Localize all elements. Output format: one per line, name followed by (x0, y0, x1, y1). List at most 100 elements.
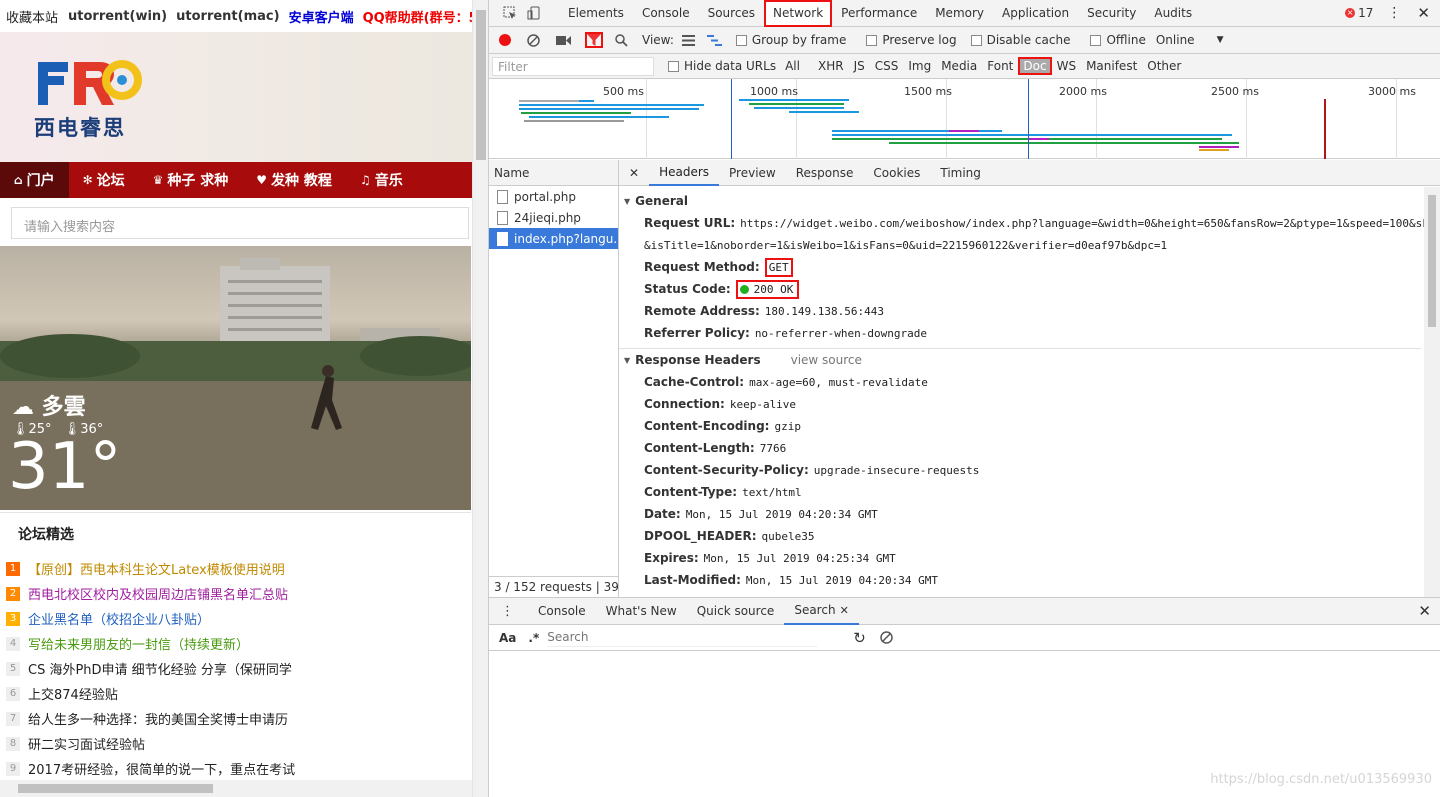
more-menu-icon[interactable]: ⋮ (1387, 5, 1401, 21)
error-count[interactable]: 17 (1358, 6, 1373, 20)
page-vertical-scrollbar[interactable] (472, 0, 488, 797)
forum-item[interactable]: 8 研二实习面试经验帖 (6, 731, 472, 756)
nav-forum[interactable]: ✻ 论坛 (69, 162, 139, 198)
tab-sources[interactable]: Sources (699, 0, 764, 27)
detail-scrollbar[interactable] (1424, 187, 1440, 597)
request-row-portal[interactable]: portal.php (489, 186, 618, 207)
tab-elements[interactable]: Elements (559, 0, 633, 27)
timeline-overview[interactable]: 500 ms 1000 ms 1500 ms 2000 ms 2500 ms 3… (489, 79, 1440, 159)
filter-js[interactable]: JS (849, 59, 870, 73)
close-devtools-icon[interactable]: ✕ (1417, 4, 1430, 22)
favorite-site-link[interactable]: 收藏本站 (6, 7, 58, 26)
utorrent-mac-link[interactable]: utorrent(mac) (176, 9, 279, 24)
record-icon[interactable] (499, 34, 511, 46)
site-search-input[interactable]: 请输入搜索内容 (11, 207, 469, 239)
filter-media[interactable]: Media (936, 59, 982, 73)
forum-item[interactable]: 1 【原创】西电本科生论文Latex模板使用说明 (6, 556, 472, 581)
tab-cookies[interactable]: Cookies (863, 160, 930, 186)
filter-ws[interactable]: WS (1052, 59, 1081, 73)
hide-data-urls-checkbox[interactable] (668, 60, 679, 72)
referrer-policy-value: no-referrer-when-downgrade (754, 326, 927, 340)
forum-item[interactable]: 2 西电北校区校内及校园周边店铺黑名单汇总贴 (6, 581, 472, 606)
filter-font[interactable]: Font (982, 59, 1018, 73)
tab-response[interactable]: Response (786, 160, 864, 186)
drawer-tab-whats-new[interactable]: What's New (596, 598, 687, 625)
tab-application[interactable]: Application (993, 0, 1078, 27)
header-name: Content-Type: (644, 485, 738, 499)
filter-doc[interactable]: Doc (1018, 57, 1052, 75)
forum-item[interactable]: 9 2017考研经验，很简单的说一下，重点在考试 (6, 756, 472, 781)
nav-tutorial[interactable]: ♥ 发种 教程 (242, 162, 346, 198)
large-rows-icon[interactable] (681, 34, 695, 46)
match-case-toggle[interactable]: Aa (499, 631, 516, 645)
drawer-tab-console[interactable]: Console (528, 598, 596, 625)
drawer-tab-quick-source[interactable]: Quick source (687, 598, 785, 625)
general-section-header[interactable]: ▼ General (619, 190, 1440, 212)
nav-music[interactable]: ♫ 音乐 (346, 162, 417, 198)
regex-toggle[interactable]: .* (528, 631, 539, 645)
response-headers-section-header[interactable]: ▼ Response Headers view source (619, 349, 1440, 371)
close-tab-icon[interactable]: ✕ (840, 604, 849, 617)
tab-preview[interactable]: Preview (719, 160, 786, 186)
site-logo[interactable] (34, 54, 144, 114)
forum-item[interactable]: 7 给人生多一种选择：我的美国全奖博士申请历 (6, 706, 472, 731)
android-client-link[interactable]: 安卓客户端 (289, 7, 354, 26)
clear-icon[interactable] (527, 33, 540, 47)
filter-css[interactable]: CSS (870, 59, 904, 73)
header-name: Cache-Control: (644, 375, 745, 389)
device-toolbar-icon[interactable] (527, 6, 541, 20)
group-by-frame-checkbox[interactable] (735, 34, 747, 46)
response-header-row: Expires: Mon, 15 Jul 2019 04:25:34 GMT (619, 547, 1440, 569)
request-method-label: Request Method: (644, 260, 760, 274)
tab-performance[interactable]: Performance (832, 0, 926, 27)
forum-picks-list: 1 【原创】西电本科生论文Latex模板使用说明 2 西电北校区校内及校园周边店铺黑名… (6, 556, 472, 781)
tab-timing[interactable]: Timing (930, 160, 991, 186)
filter-other[interactable]: Other (1142, 59, 1186, 73)
inspect-element-icon[interactable] (503, 6, 517, 20)
filter-xhr[interactable]: XHR (813, 59, 849, 73)
status-code-label: Status Code: (644, 282, 731, 296)
page-horizontal-scrollbar[interactable] (0, 780, 472, 797)
qq-group-link[interactable]: QQ帮助群(群号：546 (363, 7, 472, 26)
tab-console[interactable]: Console (633, 0, 699, 27)
forum-item[interactable]: 3 企业黑名单（校招企业八卦贴） (6, 606, 472, 631)
close-detail-icon[interactable]: ✕ (629, 166, 639, 180)
name-column-header[interactable]: Name (489, 160, 618, 186)
filter-input[interactable]: Filter (492, 56, 654, 76)
clear-search-icon[interactable] (880, 631, 893, 644)
tab-security[interactable]: Security (1078, 0, 1145, 27)
forum-item[interactable]: 6 上交874经验贴 (6, 681, 472, 706)
drawer-tab-search[interactable]: Search ✕ (784, 598, 859, 625)
drawer-search-input[interactable]: Search (547, 628, 818, 647)
disable-cache-checkbox[interactable] (970, 34, 982, 46)
refresh-icon[interactable]: ↻ (853, 629, 866, 647)
request-row-24jieqi[interactable]: 24jieqi.php (489, 207, 618, 228)
cloud-icon: ☁ (12, 395, 34, 420)
view-source-link[interactable]: view source (791, 353, 862, 367)
filter-all[interactable]: All (780, 59, 805, 73)
nav-portal[interactable]: ⌂ 门户 (0, 162, 69, 198)
offline-checkbox[interactable] (1090, 34, 1102, 46)
devtools-tabbar: Elements Console Sources Network Perform… (489, 0, 1440, 27)
forum-item[interactable]: 5 CS 海外PhD申请 细节化经验 分享（保研同学 (6, 656, 472, 681)
filter-manifest[interactable]: Manifest (1081, 59, 1142, 73)
forum-item[interactable]: 4 写给未来男朋友的一封信（持续更新） (6, 631, 472, 656)
search-icon[interactable] (615, 33, 628, 47)
chevron-down-icon[interactable]: ▼ (1217, 35, 1224, 45)
tab-network[interactable]: Network (764, 0, 833, 27)
tab-headers[interactable]: Headers (649, 160, 720, 186)
close-drawer-icon[interactable]: ✕ (1418, 602, 1431, 620)
drawer-menu-icon[interactable]: ⋮ (501, 604, 514, 619)
preserve-log-checkbox[interactable] (866, 34, 878, 46)
waterfall-icon[interactable] (706, 34, 722, 46)
tab-audits[interactable]: Audits (1145, 0, 1201, 27)
nav-seeds[interactable]: ♛ 种子 求种 (139, 162, 243, 198)
request-row-index[interactable]: index.php?langu... (489, 228, 618, 249)
utorrent-win-link[interactable]: utorrent(win) (68, 9, 167, 24)
throttling-select[interactable]: Online (1156, 33, 1195, 47)
tab-memory[interactable]: Memory (926, 0, 993, 27)
camera-icon[interactable] (556, 35, 571, 46)
filter-img[interactable]: Img (903, 59, 936, 73)
error-icon[interactable]: × (1345, 8, 1356, 18)
filter-icon[interactable] (585, 32, 603, 48)
